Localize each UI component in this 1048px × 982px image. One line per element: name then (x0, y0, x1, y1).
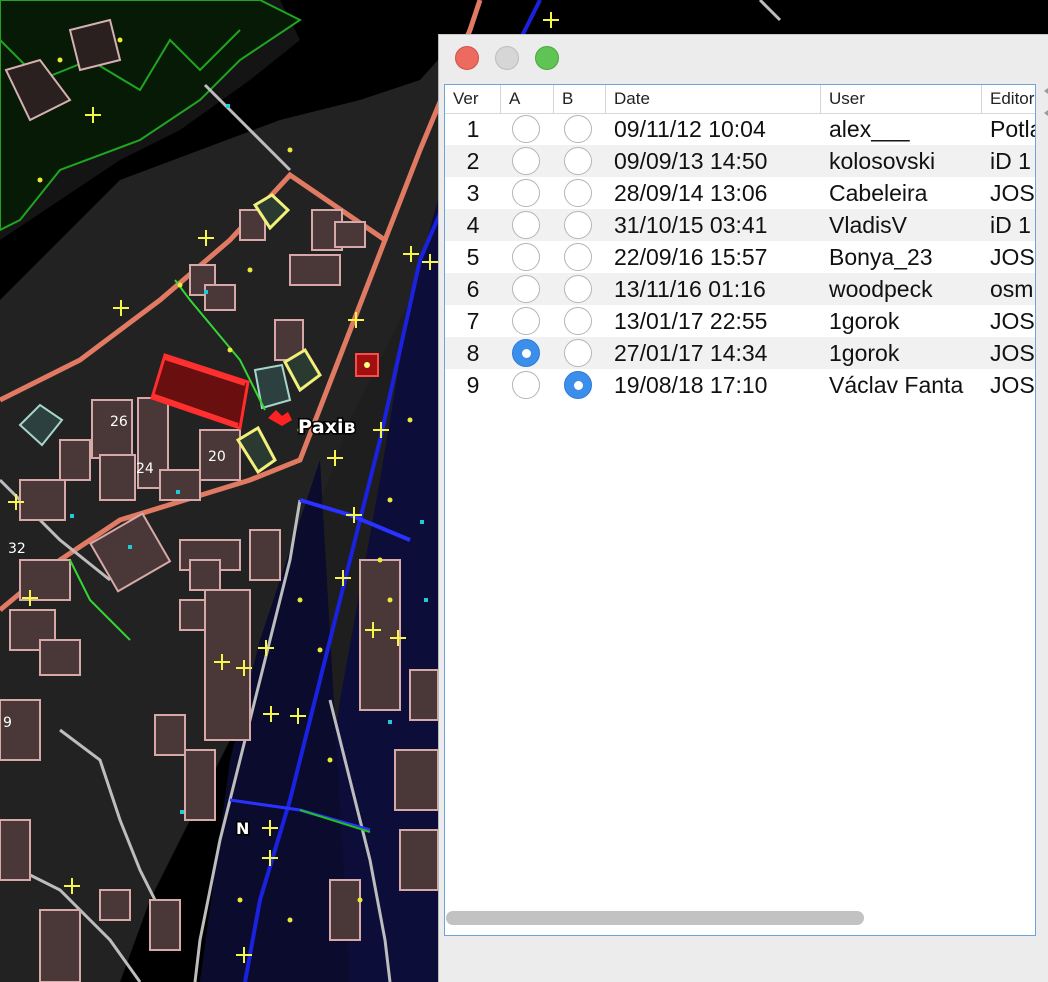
radio-b[interactable] (564, 147, 592, 175)
user-cell[interactable]: Bonya_23 (829, 241, 979, 273)
radio-a[interactable] (512, 371, 540, 399)
close-window-button[interactable] (455, 46, 479, 70)
date-cell: 22/09/16 15:57 (614, 244, 768, 270)
table-row[interactable]: 6 13/11/16 01:16 woodpeck osm (445, 273, 1035, 305)
table-row[interactable]: 7 13/01/17 22:55 1gorok JOSM (445, 305, 1035, 337)
column-header-user[interactable]: User (821, 85, 982, 113)
minimize-window-button[interactable] (495, 46, 519, 70)
user-cell[interactable]: Cabeleira (829, 177, 979, 209)
map-label-house-26: 26 (110, 414, 128, 430)
scrollbar-thumb[interactable] (446, 911, 864, 925)
scroll-down-arrow-icon[interactable] (1044, 107, 1048, 119)
version-number: 2 (466, 148, 480, 174)
map-label-node: N (236, 819, 249, 838)
map-label-place: Рахів (298, 416, 356, 438)
table-row[interactable]: 2 09/09/13 14:50 kolosovski iD 1 (445, 145, 1035, 177)
radio-b[interactable] (564, 339, 592, 367)
table-row[interactable]: 3 28/09/14 13:06 Cabeleira JOSM (445, 177, 1035, 209)
version-number: 9 (466, 372, 480, 398)
radio-b[interactable] (564, 211, 592, 239)
user-cell[interactable]: kolosovski (829, 145, 979, 177)
version-number: 3 (466, 180, 480, 206)
map-label-house-20: 20 (208, 449, 226, 465)
radio-b[interactable] (564, 243, 592, 271)
table-row[interactable]: 1 09/11/12 10:04 alex___ Potla (445, 113, 1035, 145)
editor-cell: JOSM (990, 244, 1035, 270)
radio-b[interactable] (564, 307, 592, 335)
editor-cell: iD 1 (990, 148, 1031, 174)
map-label-house-32: 32 (8, 541, 26, 557)
date-cell: 09/09/13 14:50 (614, 148, 768, 174)
version-number: 1 (466, 116, 480, 142)
horizontal-scrollbar[interactable] (444, 905, 1028, 929)
radio-a[interactable] (512, 211, 540, 239)
date-cell: 19/08/18 17:10 (614, 372, 768, 398)
version-number: 8 (466, 340, 480, 366)
date-cell: 13/11/16 01:16 (614, 276, 766, 302)
radio-a[interactable] (512, 243, 540, 271)
editor-cell: JOSM (990, 308, 1035, 334)
zoom-window-button[interactable] (535, 46, 559, 70)
table-header: Ver A B Date User Editor (445, 85, 1035, 114)
table-row[interactable]: 8 27/01/17 14:34 1gorok JOSM (445, 337, 1035, 369)
editor-cell: Potla (990, 116, 1035, 142)
radio-b[interactable] (564, 371, 592, 399)
map-label-house-9: 9 (3, 715, 12, 731)
user-cell[interactable]: VladisV (829, 209, 979, 241)
radio-a[interactable] (512, 307, 540, 335)
date-cell: 28/09/14 13:06 (614, 180, 768, 206)
version-number: 7 (466, 308, 480, 334)
user-cell[interactable]: 1gorok (829, 305, 979, 337)
scroll-arrows (1044, 85, 1048, 135)
user-cell[interactable]: woodpeck (829, 273, 979, 305)
history-window: Ver A B Date User Editor 1 09/11/12 10:04… (438, 34, 1048, 982)
version-history-table: Ver A B Date User Editor 1 09/11/12 10:04… (444, 84, 1036, 936)
column-header-date[interactable]: Date (606, 85, 821, 113)
editor-cell: JOSM (990, 372, 1035, 398)
user-cell[interactable]: alex___ (829, 113, 979, 145)
editor-cell: JOSM (990, 340, 1035, 366)
map-label-house-24: 24 (136, 461, 154, 477)
radio-b[interactable] (564, 275, 592, 303)
version-number: 4 (466, 212, 480, 238)
radio-a[interactable] (512, 115, 540, 143)
version-number: 5 (466, 244, 480, 270)
radio-a[interactable] (512, 179, 540, 207)
radio-b[interactable] (564, 179, 592, 207)
table-row[interactable]: 4 31/10/15 03:41 VladisV iD 1 (445, 209, 1035, 241)
date-cell: 27/01/17 14:34 (614, 340, 768, 366)
radio-b[interactable] (564, 115, 592, 143)
column-header-editor[interactable]: Editor (982, 85, 1035, 113)
editor-cell: JOSM (990, 180, 1035, 206)
column-header-b[interactable]: B (554, 85, 606, 113)
date-cell: 13/01/17 22:55 (614, 308, 768, 334)
date-cell: 31/10/15 03:41 (614, 212, 768, 238)
table-row[interactable]: 5 22/09/16 15:57 Bonya_23 JOSM (445, 241, 1035, 273)
user-cell[interactable]: Václav Fanta (829, 369, 979, 401)
scroll-up-arrow-icon[interactable] (1044, 85, 1048, 97)
user-cell[interactable]: 1gorok (829, 337, 979, 369)
radio-a[interactable] (512, 147, 540, 175)
radio-a[interactable] (512, 275, 540, 303)
editor-cell: osm (990, 276, 1034, 302)
radio-a[interactable] (512, 339, 540, 367)
window-titlebar[interactable] (439, 35, 1048, 81)
version-number: 6 (466, 276, 480, 302)
column-header-ver[interactable]: Ver (445, 85, 501, 113)
editor-cell: iD 1 (990, 212, 1031, 238)
column-header-a[interactable]: A (501, 85, 554, 113)
date-cell: 09/11/12 10:04 (614, 116, 766, 142)
table-row[interactable]: 9 19/08/18 17:10 Václav Fanta JOSM (445, 369, 1035, 401)
